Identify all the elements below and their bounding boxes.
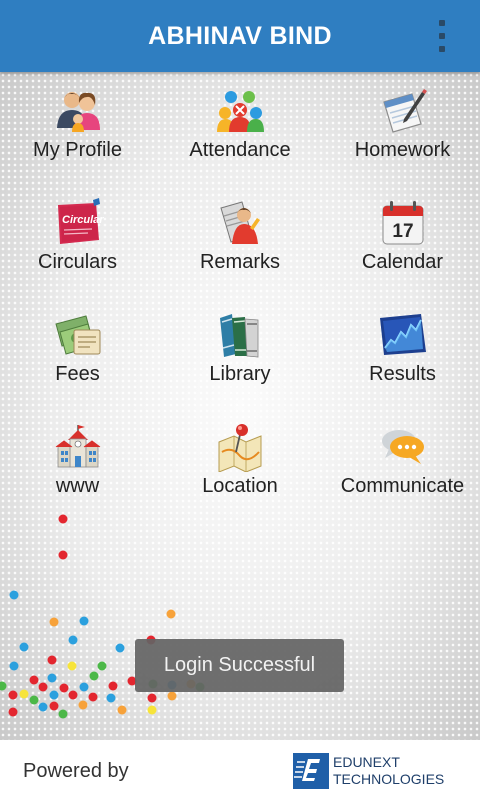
login-toast: Login Successful — [135, 639, 344, 692]
tile-label: Communicate — [340, 475, 465, 497]
location-map-icon — [218, 424, 262, 472]
overflow-menu-icon[interactable] — [438, 20, 446, 52]
feature-grid: My Profile Attendance Homework Circular … — [0, 86, 480, 534]
tile-label: Homework — [354, 139, 451, 161]
tile-homework[interactable]: Homework — [325, 86, 480, 198]
homework-notepad-icon — [382, 89, 427, 133]
remarks-icon — [220, 201, 260, 244]
tile-fees[interactable]: Fees — [0, 310, 155, 422]
tile-communicate[interactable]: Communicate — [325, 422, 480, 534]
page-title: ABHINAV BIND — [148, 21, 332, 50]
tile-label: Attendance — [189, 139, 291, 161]
library-books-icon — [220, 314, 259, 358]
tile-circulars[interactable]: Circular Circulars — [0, 198, 155, 310]
chat-bubbles-icon — [381, 430, 424, 464]
tile-my-profile[interactable]: My Profile — [0, 86, 155, 198]
tile-label: Library — [209, 363, 271, 385]
tile-location[interactable]: Location — [155, 422, 325, 534]
brand-line2: TECHNOLOGIES — [333, 771, 445, 787]
brand-line1: EDUNEXT — [333, 754, 400, 770]
brand-text: EDUNEXT TECHNOLOGIES — [333, 754, 444, 788]
attendance-icon — [217, 91, 264, 132]
tile-remarks[interactable]: Remarks — [155, 198, 325, 310]
tile-label: www — [55, 475, 100, 497]
tile-label: Results — [369, 363, 436, 385]
edunext-brand[interactable]: EDUNEXT TECHNOLOGIES — [293, 753, 444, 789]
edunext-logo-icon — [293, 753, 329, 789]
tile-label: Remarks — [199, 251, 280, 273]
tile-calendar[interactable]: 17 Calendar — [325, 198, 480, 310]
calendar-day-text: 17 — [392, 221, 413, 242]
tile-attendance[interactable]: Attendance — [155, 86, 325, 198]
tile-label: Location — [202, 475, 278, 497]
app-header: ABHINAV BIND — [0, 0, 480, 72]
tile-www[interactable]: www — [0, 422, 155, 534]
circular-notice-icon: Circular — [57, 198, 104, 244]
profile-people-icon — [56, 92, 100, 132]
fees-money-icon — [54, 315, 100, 355]
circular-badge-text: Circular — [62, 214, 104, 226]
tile-label: Fees — [55, 363, 100, 385]
tile-label: Circulars — [38, 251, 117, 273]
footer: Powered by EDUNEXT TECHNOLOGIES — [0, 740, 480, 800]
results-chart-icon — [379, 314, 426, 355]
school-building-icon — [55, 425, 100, 468]
powered-by-text: Powered by — [23, 760, 129, 782]
tile-label: My Profile — [33, 139, 122, 161]
calendar-icon: 17 — [382, 201, 423, 245]
tile-library[interactable]: Library — [155, 310, 325, 422]
tile-results[interactable]: Results — [325, 310, 480, 422]
tile-label: Calendar — [361, 251, 444, 273]
